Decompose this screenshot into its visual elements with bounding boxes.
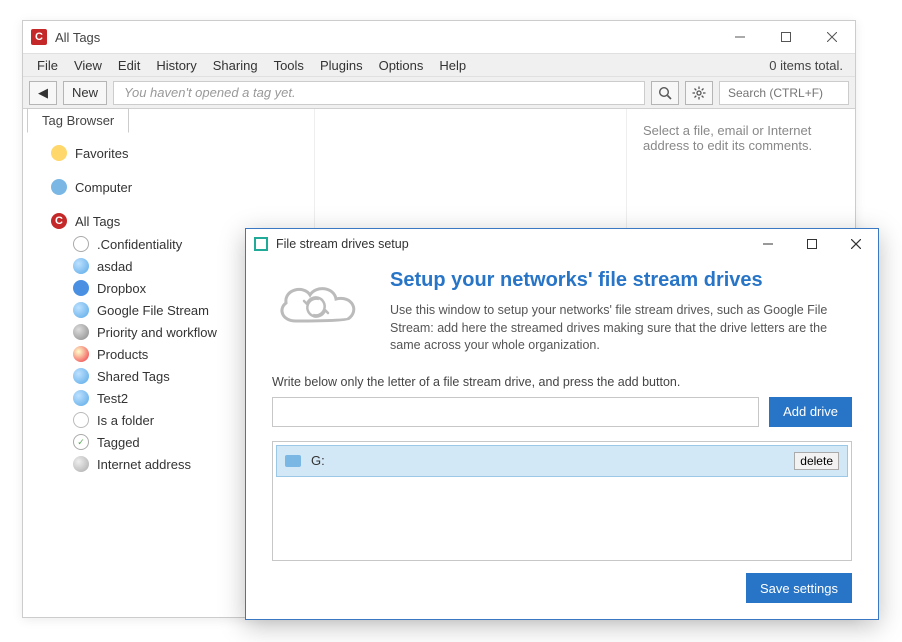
menu-plugins[interactable]: Plugins <box>312 56 371 75</box>
dialog-description: Use this window to setup your networks' … <box>390 302 852 355</box>
dialog-minimize-button[interactable] <box>746 230 790 258</box>
tree-label: Computer <box>75 180 132 195</box>
menu-tools[interactable]: Tools <box>266 56 312 75</box>
menu-history[interactable]: History <box>148 56 204 75</box>
tag-icon <box>73 258 89 274</box>
tree-favorites[interactable]: Favorites <box>23 141 314 165</box>
settings-icon-button[interactable] <box>685 81 713 105</box>
tag-icon <box>73 390 89 406</box>
tag-label: asdad <box>97 259 132 274</box>
window-title: All Tags <box>55 30 717 45</box>
dialog-titlebar: File stream drives setup <box>246 229 878 259</box>
tag-label: Google File Stream <box>97 303 209 318</box>
tag-label: Test2 <box>97 391 128 406</box>
dialog-maximize-button[interactable] <box>790 230 834 258</box>
menu-edit[interactable]: Edit <box>110 56 148 75</box>
tag-label: Priority and workflow <box>97 325 217 340</box>
address-bar[interactable]: You haven't opened a tag yet. <box>113 81 645 105</box>
drive-letter-input[interactable] <box>272 397 759 427</box>
file-stream-dialog: File stream drives setup <box>245 228 879 620</box>
dialog-body: Setup your networks' file stream drives … <box>246 259 878 619</box>
add-drive-button[interactable]: Add drive <box>769 397 852 427</box>
tag-label: .Confidentiality <box>97 237 182 252</box>
tag-icon <box>73 434 89 450</box>
new-button[interactable]: New <box>63 81 107 105</box>
minimize-button[interactable] <box>717 21 763 53</box>
tag-icon <box>73 324 89 340</box>
tag-icon <box>73 412 89 428</box>
alltags-icon: C <box>51 213 67 229</box>
tag-label: Products <box>97 347 148 362</box>
tag-icon <box>73 346 89 362</box>
window-controls <box>717 21 855 53</box>
tag-icon <box>73 236 89 252</box>
main-titlebar: C All Tags <box>23 21 855 53</box>
tag-label: Tagged <box>97 435 140 450</box>
status-text: 0 items total. <box>769 58 849 73</box>
menu-file[interactable]: File <box>29 56 66 75</box>
app-icon: C <box>31 29 47 45</box>
dialog-window-controls <box>746 230 878 258</box>
search-icon-button[interactable] <box>651 81 679 105</box>
drive-row[interactable]: G: delete <box>276 445 848 477</box>
tree-label: All Tags <box>75 214 120 229</box>
cloud-sync-icon <box>272 275 368 338</box>
menu-sharing[interactable]: Sharing <box>205 56 266 75</box>
tab-tag-browser[interactable]: Tag Browser <box>27 108 129 133</box>
tree-label: Favorites <box>75 146 128 161</box>
dialog-close-button[interactable] <box>834 230 878 258</box>
tag-icon <box>73 456 89 472</box>
drive-list: G: delete <box>272 441 852 562</box>
delete-drive-button[interactable]: delete <box>794 452 839 470</box>
tag-icon <box>73 368 89 384</box>
save-settings-button[interactable]: Save settings <box>746 573 852 603</box>
tag-label: Internet address <box>97 457 191 472</box>
menubar: File View Edit History Sharing Tools Plu… <box>23 53 855 77</box>
menu-options[interactable]: Options <box>371 56 432 75</box>
tag-icon <box>73 302 89 318</box>
search-icon <box>658 86 672 100</box>
drive-label: G: <box>311 453 794 468</box>
tag-icon <box>73 280 89 296</box>
menu-view[interactable]: View <box>66 56 110 75</box>
menu-help[interactable]: Help <box>431 56 474 75</box>
close-button[interactable] <box>809 21 855 53</box>
tree-computer[interactable]: Computer <box>23 175 314 199</box>
toolbar: ◀ New You haven't opened a tag yet. <box>23 77 855 109</box>
back-button[interactable]: ◀ <box>29 81 57 105</box>
details-hint: Select a file, email or Internet address… <box>643 123 839 153</box>
gear-icon <box>692 86 706 100</box>
drive-input-label: Write below only the letter of a file st… <box>272 375 852 389</box>
tag-label: Dropbox <box>97 281 146 296</box>
dialog-icon <box>254 237 268 251</box>
favorites-icon <box>51 145 67 161</box>
tag-label: Shared Tags <box>97 369 170 384</box>
dialog-title: File stream drives setup <box>276 237 746 251</box>
dialog-heading: Setup your networks' file stream drives <box>390 269 852 292</box>
computer-icon <box>51 179 67 195</box>
drive-icon <box>285 455 301 467</box>
search-input[interactable] <box>719 81 849 105</box>
tag-label: Is a folder <box>97 413 154 428</box>
maximize-button[interactable] <box>763 21 809 53</box>
